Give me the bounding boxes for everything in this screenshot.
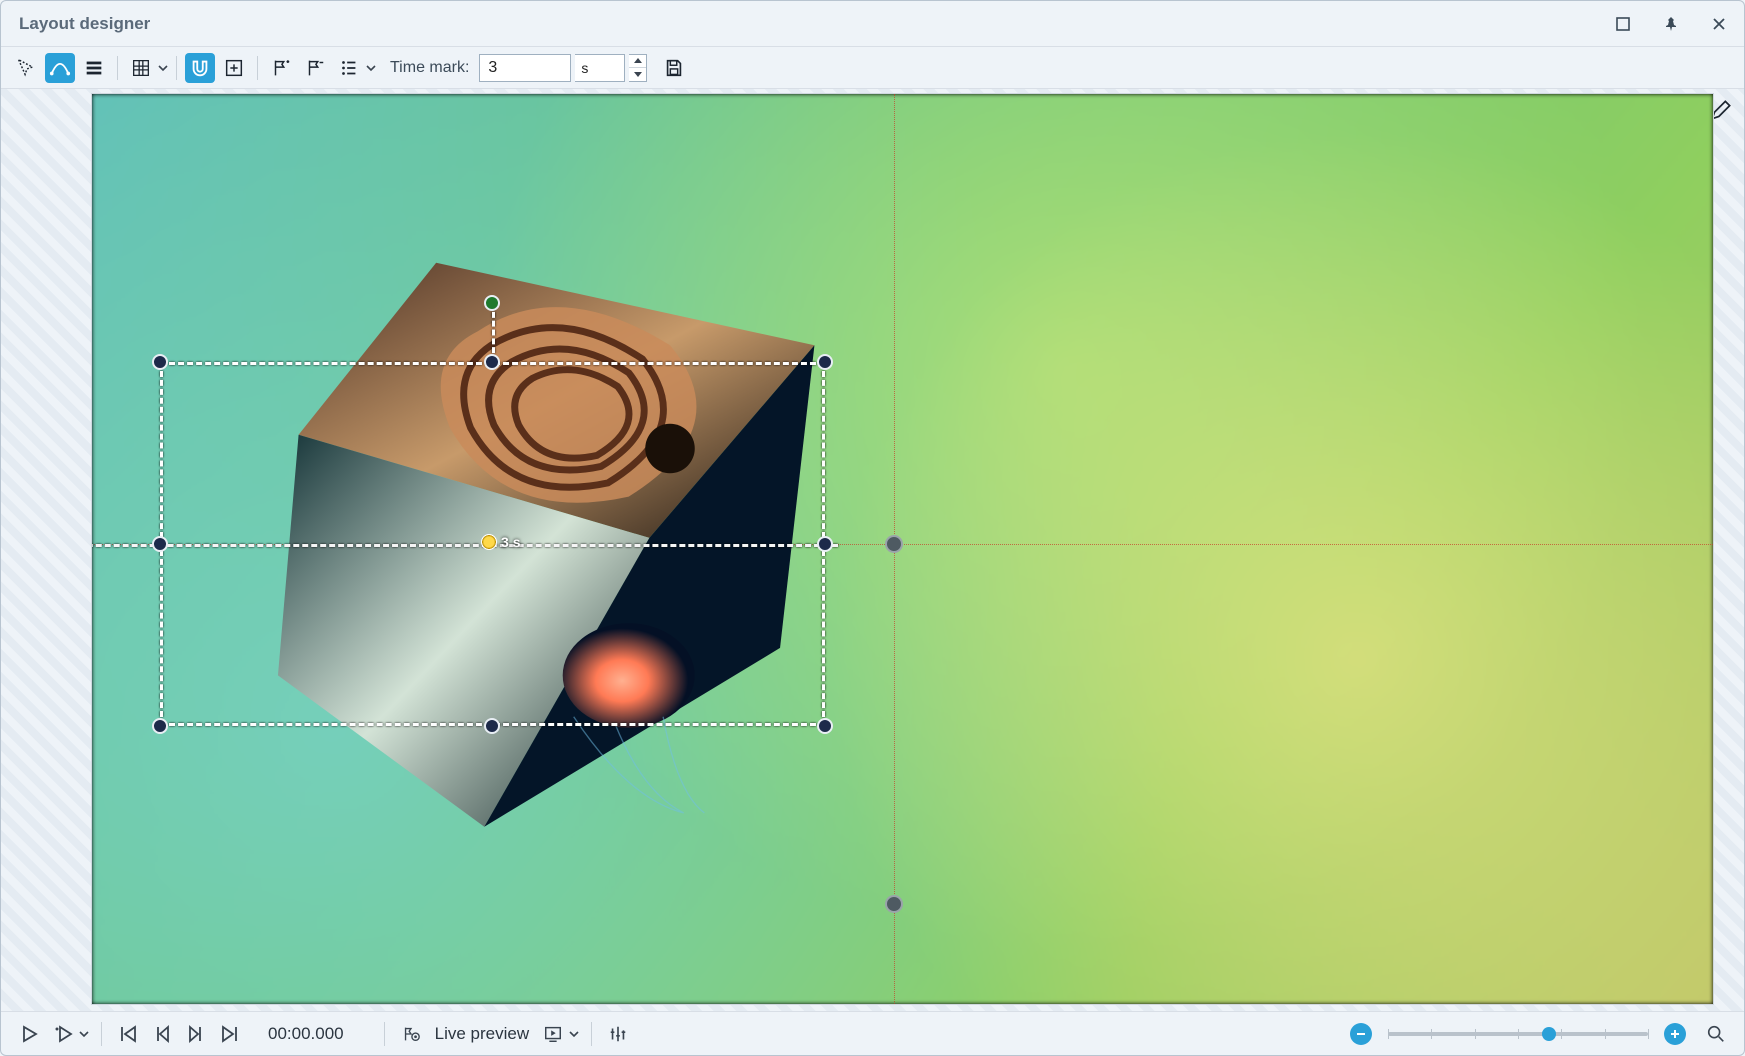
next-frame-button[interactable] [182,1020,210,1048]
spinner-up[interactable] [629,55,646,69]
chevron-down-icon [79,1029,89,1039]
titlebar: Layout designer [1,1,1744,47]
cursor-select-icon [15,57,37,79]
play-step-icon [53,1024,73,1044]
window-controls [1612,13,1730,35]
list-tool-dropdown[interactable] [334,53,376,83]
keyframe-remove-button[interactable] [300,53,330,83]
chevron-up-icon [634,58,642,63]
window-title: Layout designer [19,14,150,34]
grid-icon [130,57,152,79]
magnet-icon [189,57,211,79]
toolbar-separator [117,56,118,80]
equalizer-icon [608,1024,628,1044]
magnifier-icon [1706,1024,1726,1044]
skip-end-icon [220,1024,240,1044]
step-back-icon [152,1024,172,1044]
pin-icon [1663,16,1679,32]
pin-button[interactable] [1660,13,1682,35]
monitor-play-icon [543,1024,563,1044]
keyframe-add-button[interactable] [266,53,296,83]
chevron-down-icon [634,72,642,77]
maximize-button[interactable] [1612,13,1634,35]
preview-canvas[interactable]: 3 s [91,93,1714,1005]
chevron-down-icon [366,63,376,73]
time-mark-unit: s [581,60,588,76]
top-toolbar: Time mark: 3 s [1,47,1744,89]
time-mark-unit-select[interactable]: s [575,54,625,82]
time-mark-label: Time mark: [390,59,469,77]
flag-plus-icon [270,57,292,79]
live-preview-toggle[interactable] [397,1020,425,1048]
close-button[interactable] [1708,13,1730,35]
step-forward-icon [186,1024,206,1044]
minus-icon [1355,1028,1367,1040]
spinner-down[interactable] [629,68,646,81]
time-mark-badge[interactable]: 3 s [481,534,520,550]
toolbar-separator [384,1022,385,1046]
path-edit-tool-button[interactable] [45,53,75,83]
align-tool-button[interactable] [79,53,109,83]
live-preview-label: Live preview [435,1024,530,1044]
sel-handle-tl[interactable] [152,354,168,370]
align-icon [83,57,105,79]
time-mark-value: 3 [488,59,497,77]
save-button[interactable] [659,53,689,83]
sel-handle-tc[interactable] [484,354,500,370]
sel-handle-tr[interactable] [817,354,833,370]
layout-designer-window: Layout designer [0,0,1745,1056]
time-mark-input[interactable]: 3 [479,54,571,82]
toolbar-separator [591,1022,592,1046]
go-start-button[interactable] [114,1020,142,1048]
flag-minus-icon [304,57,326,79]
eye-flag-icon [401,1024,421,1044]
live-preview-mode-button[interactable] [539,1020,567,1048]
chevron-down-icon [569,1029,579,1039]
grid-tool-button[interactable] [126,53,156,83]
equalizer-button[interactable] [604,1020,632,1048]
bezier-icon [49,57,71,79]
time-mark-spinner[interactable] [629,54,647,82]
prev-frame-button[interactable] [148,1020,176,1048]
grid-tool-dropdown[interactable] [126,53,168,83]
plus-icon [1669,1028,1681,1040]
toolbar-separator [101,1022,102,1046]
skip-start-icon [118,1024,138,1044]
play-step-dropdown[interactable] [49,1020,89,1048]
list-icon [338,57,360,79]
list-tool-button[interactable] [334,53,364,83]
sel-handle-ml[interactable] [152,536,168,552]
chevron-down-icon [158,63,168,73]
live-preview-mode-dropdown[interactable] [539,1020,579,1048]
snap-tool-button[interactable] [185,53,215,83]
zoom-in-button[interactable] [1664,1023,1686,1045]
play-button[interactable] [15,1020,43,1048]
zoom-slider-thumb[interactable] [1542,1027,1556,1041]
zoom-fit-button[interactable] [1702,1020,1730,1048]
canvas-area: 3 s [1,89,1744,1011]
play-step-button[interactable] [49,1020,77,1048]
go-end-button[interactable] [216,1020,244,1048]
time-mark-dot-icon [481,534,497,550]
timecode-display: 00:00.000 [268,1024,344,1044]
sel-handle-bc[interactable] [484,718,500,734]
close-icon [1711,16,1727,32]
sel-handle-mr[interactable] [817,536,833,552]
bottom-toolbar: 00:00.000 Live preview [1,1011,1744,1055]
maximize-icon [1615,16,1631,32]
zoom-slider[interactable] [1388,1032,1648,1036]
bounds-tool-button[interactable] [219,53,249,83]
save-icon [663,57,685,79]
bounds-icon [223,57,245,79]
sel-handle-br[interactable] [817,718,833,734]
rotation-handle[interactable] [484,295,500,311]
toolbar-separator [176,56,177,80]
toolbar-separator [257,56,258,80]
zoom-out-button[interactable] [1350,1023,1372,1045]
cursor-tool-button[interactable] [11,53,41,83]
time-mark-badge-label: 3 s [501,534,520,550]
play-icon [19,1024,39,1044]
sel-handle-bl[interactable] [152,718,168,734]
